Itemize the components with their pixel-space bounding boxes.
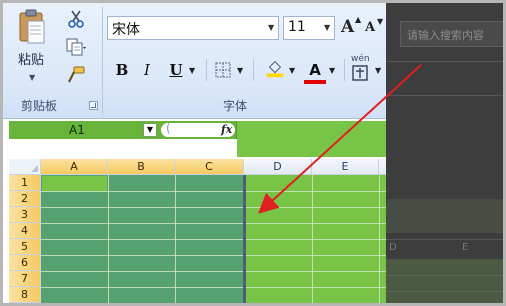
annotation-arrow [258,64,422,214]
grid-line [41,303,386,304]
window-frame: 粘贴 ▼ 剪贴板 宋体 ▼ 11 ▼ A ▲ A ▼ B I U ▼ ▼ ▼ A… [0,0,506,306]
